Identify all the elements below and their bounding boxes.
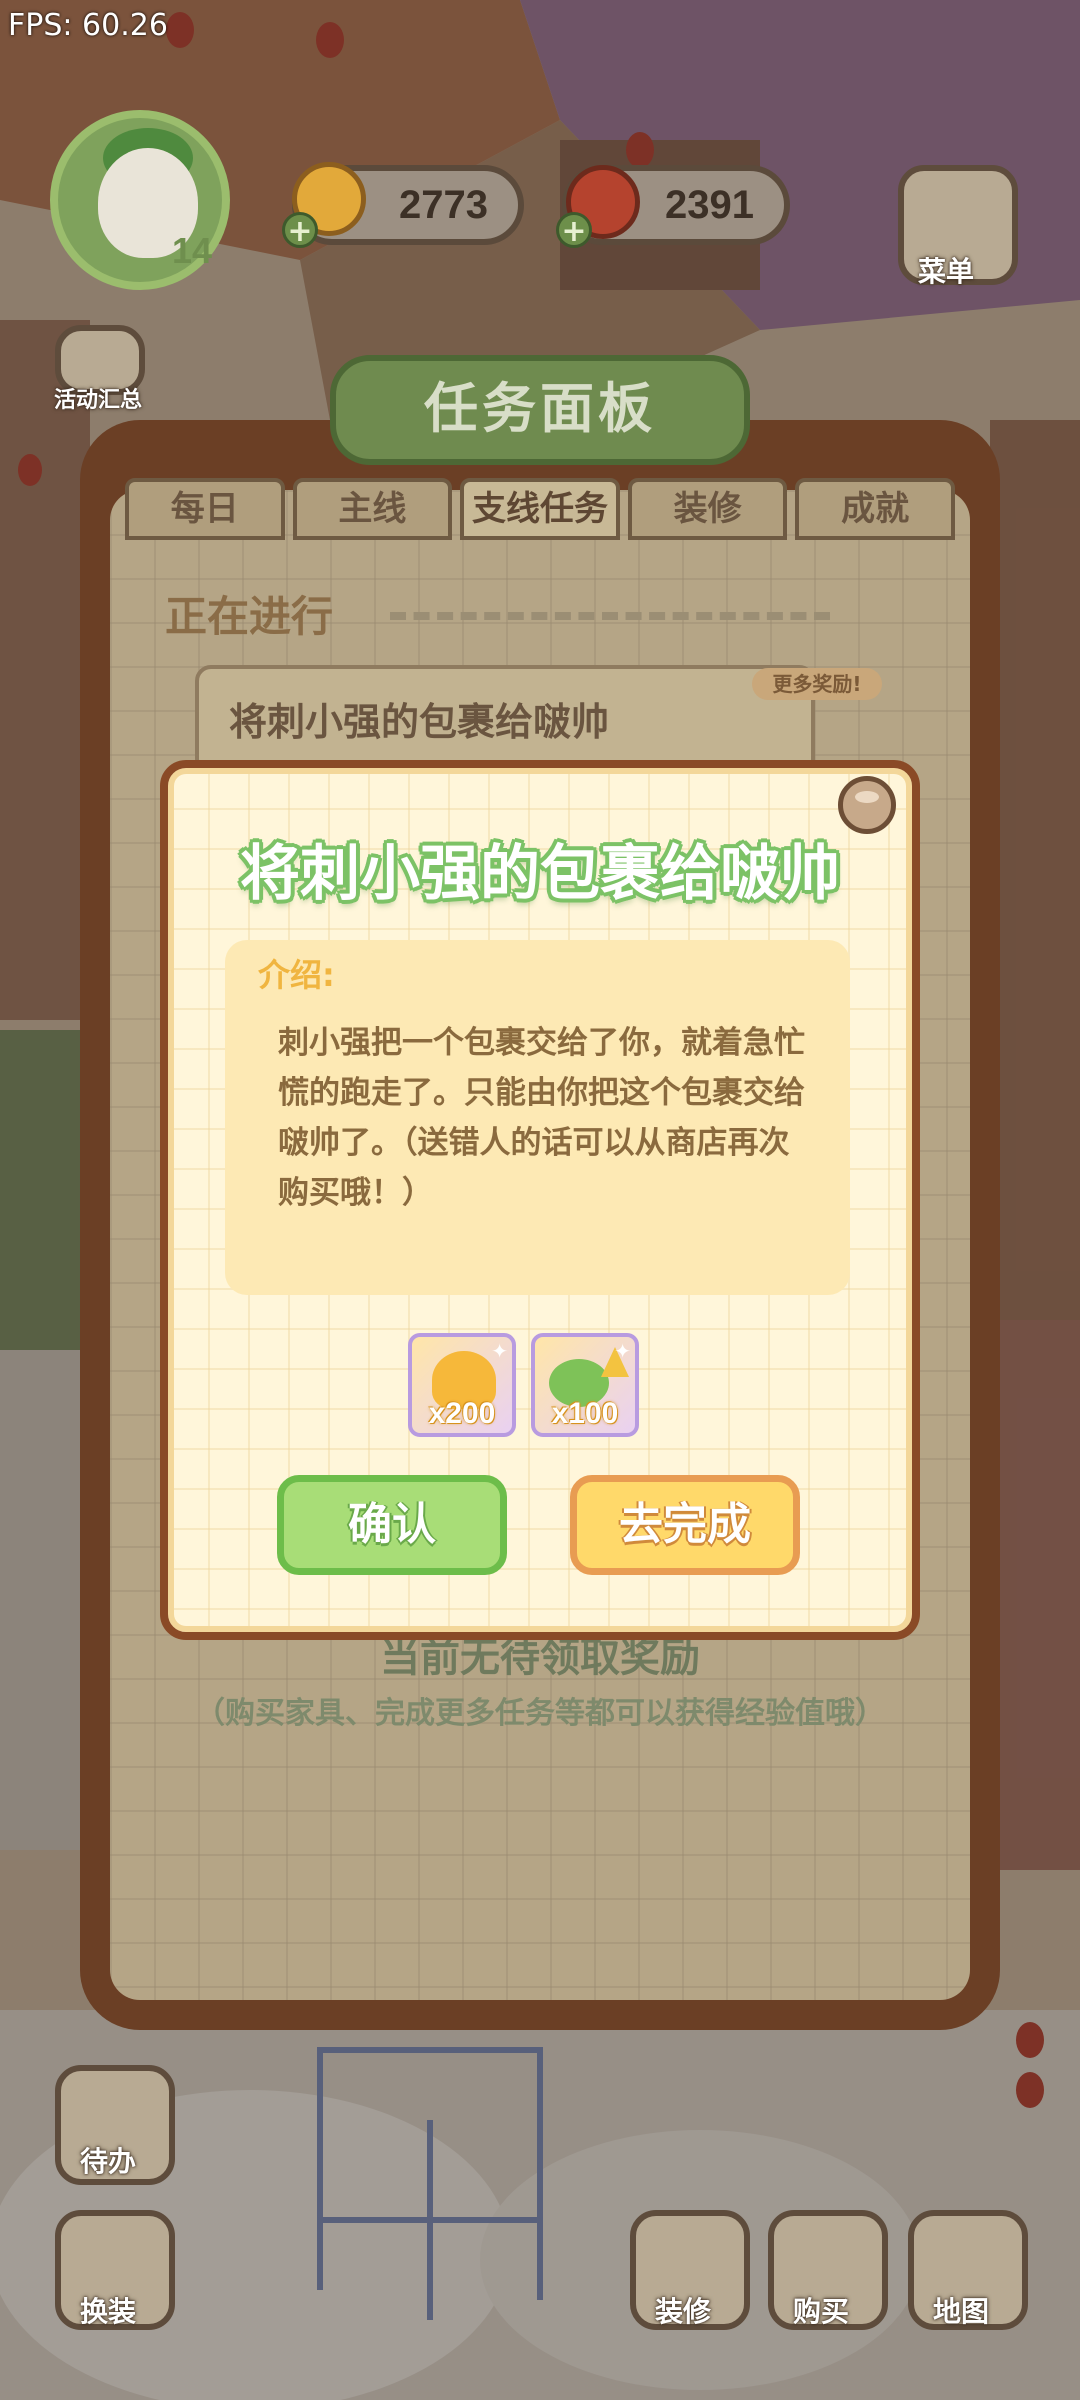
task-card-title: 将刺小强的包裹给啵帅 (229, 700, 610, 744)
tab-daily[interactable]: 每日 (125, 478, 285, 540)
events-label: 活动汇总 (54, 388, 143, 413)
in-progress-heading: 正在进行 (165, 592, 334, 641)
more-rewards-badge[interactable]: 更多奖励! (752, 668, 882, 700)
tab-main[interactable]: 主线 (292, 478, 453, 540)
menu-label: 菜单 (918, 255, 975, 288)
task-card[interactable]: 将刺小强的包裹给啵帅 (195, 665, 815, 775)
tab-decoration[interactable]: 装修 (627, 478, 788, 540)
task-tabs: 每日 主线 支线任务 装修 成就 (125, 478, 955, 540)
section-divider (390, 612, 830, 622)
decorate-label: 装修 (655, 2295, 712, 2328)
add-coins-button[interactable]: + (282, 212, 318, 249)
reward-qty: x200 (428, 1397, 496, 1430)
todo-label: 待办 (80, 2145, 137, 2178)
sparkle-icon: ✦ (614, 1339, 631, 1363)
task-board-title: 任务面板 (330, 355, 750, 465)
dialog-title: 将刺小强的包裹给啵帅 (240, 839, 840, 909)
heart-value: 2391 (665, 182, 754, 227)
coin-value: 2773 (399, 182, 488, 227)
shop-label: 购买 (793, 2295, 850, 2328)
tab-side-quests[interactable]: 支线任务 (460, 478, 620, 540)
tab-achievements[interactable]: 成就 (795, 478, 955, 540)
reward-item-exp[interactable]: ✦ x100 (531, 1333, 639, 1437)
fps-counter: FPS: 60.26 (8, 8, 168, 43)
add-hearts-button[interactable]: + (556, 212, 592, 249)
reward-qty: x100 (551, 1397, 619, 1430)
player-level: 14 (172, 230, 213, 271)
go-complete-button[interactable]: 去完成 (570, 1475, 800, 1575)
dress-up-label: 换装 (80, 2295, 137, 2328)
intro-text: 刺小强把一个包裹交给了你，就着急忙慌的跑走了。只能由你把这个包裹交给啵帅了。（送… (278, 1025, 805, 1211)
no-rewards-hint: （购买家具、完成更多任务等都可以获得经验值哦） (195, 1696, 885, 1731)
confirm-button[interactable]: 确认 (277, 1475, 507, 1575)
reward-item-coins[interactable]: ✦ x200 (408, 1333, 516, 1437)
map-label: 地图 (933, 2295, 990, 2328)
intro-label: 介绍: (258, 956, 335, 994)
sparkle-icon: ✦ (491, 1339, 508, 1363)
